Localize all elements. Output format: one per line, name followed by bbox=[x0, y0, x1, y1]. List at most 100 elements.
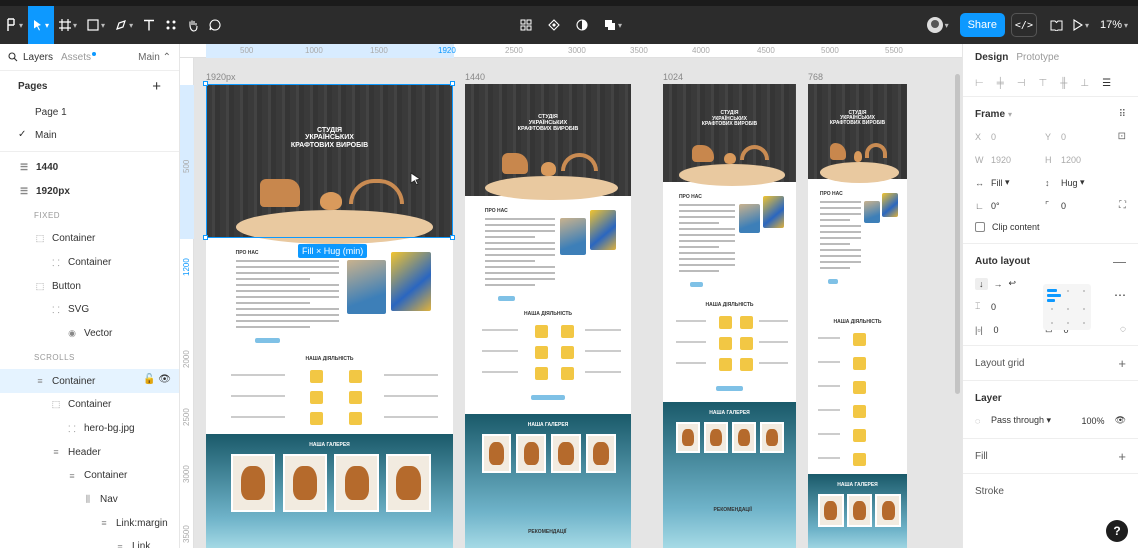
tab-layers[interactable]: Layers bbox=[23, 52, 53, 63]
resize-handle[interactable] bbox=[450, 235, 455, 240]
opacity-value[interactable]: 100% bbox=[1082, 416, 1105, 426]
resources-button[interactable] bbox=[160, 6, 182, 44]
canvas[interactable]: 500 1000 1500 1920 2500 3000 3500 4000 4500 5000 5… bbox=[180, 44, 962, 548]
x-field[interactable]: X0 bbox=[975, 132, 1045, 142]
multiplayer-button[interactable]: ▾ bbox=[922, 6, 954, 44]
horizontal-direction-icon[interactable]: → bbox=[994, 279, 1003, 289]
independent-corners-icon[interactable]: ⛶ bbox=[1119, 200, 1126, 211]
search-icon[interactable] bbox=[8, 52, 18, 62]
constraints-icon[interactable]: ⊡ bbox=[1118, 131, 1126, 142]
more-options-icon[interactable]: ⋯ bbox=[1114, 288, 1126, 302]
component-icon[interactable] bbox=[548, 19, 560, 31]
artboard-frame[interactable]: СТУДІЯ УКРАЇНСЬКИХ КРАФТОВИХ ВИРОБІВ ПРО … bbox=[663, 84, 796, 548]
tab-assets[interactable]: Assets bbox=[61, 51, 97, 63]
layer-item[interactable]: ⸬ Container bbox=[0, 251, 179, 275]
grid-layout-icon[interactable] bbox=[520, 19, 532, 31]
tab-design[interactable]: Design bbox=[975, 52, 1008, 63]
distribute-icon[interactable]: ☰ bbox=[1102, 78, 1111, 89]
library-button[interactable] bbox=[1045, 6, 1068, 44]
comment-tool-button[interactable] bbox=[204, 6, 226, 44]
add-fill-icon[interactable]: + bbox=[1118, 449, 1126, 464]
about-button[interactable] bbox=[498, 296, 515, 301]
shape-tool-button[interactable]: ▾ bbox=[82, 6, 110, 44]
main-menu-button[interactable]: ▾ bbox=[0, 6, 28, 44]
align-bottom-icon[interactable]: ⊥ bbox=[1080, 78, 1089, 89]
current-page-select[interactable]: Main ⌃ bbox=[138, 52, 171, 63]
layer-item[interactable]: ⫼ Nav bbox=[0, 488, 179, 512]
pen-tool-button[interactable]: ▾ bbox=[110, 6, 138, 44]
layer-item[interactable]: ≡ Link:margin bbox=[0, 511, 179, 535]
remove-auto-layout-icon[interactable]: — bbox=[1113, 254, 1126, 269]
move-tool-button[interactable]: ▾ bbox=[28, 6, 55, 44]
y-field[interactable]: Y0 bbox=[1045, 132, 1115, 142]
selection-box[interactable] bbox=[206, 84, 453, 238]
padding-settings-icon[interactable]: ◌ bbox=[1120, 324, 1126, 335]
layer-item[interactable]: ⬚ Container bbox=[0, 393, 179, 417]
fill-width-select[interactable]: ↔ Fill ▾ bbox=[975, 177, 1045, 188]
text-tool-button[interactable] bbox=[138, 6, 160, 44]
artboard-frame[interactable]: СТУДІЯ УКРАЇНСЬКИХ КРАФТОВИХ ВИРОБІВ ПРО … bbox=[465, 84, 631, 548]
dev-mode-button[interactable]: </> bbox=[1010, 13, 1037, 37]
layer-item[interactable]: ☰ 1440 bbox=[0, 156, 179, 180]
tab-prototype[interactable]: Prototype bbox=[1016, 52, 1059, 63]
canvas-scrollbar[interactable] bbox=[955, 74, 960, 394]
frame-label[interactable]: 1920px bbox=[206, 72, 236, 82]
frame-label[interactable]: 1024 bbox=[663, 72, 683, 82]
present-button[interactable]: ▾ bbox=[1068, 6, 1094, 44]
about-button[interactable] bbox=[827, 279, 838, 284]
padding-h-field[interactable]: |▫| 0 bbox=[975, 325, 1045, 335]
layer-item[interactable]: ⬚ Button bbox=[0, 274, 179, 298]
layer-item[interactable]: ≡ Header bbox=[0, 440, 179, 464]
alignment-grid[interactable] bbox=[1043, 284, 1091, 330]
zoom-level[interactable]: 17% ▾ bbox=[1094, 19, 1138, 31]
vertical-direction-icon[interactable]: ↓ bbox=[975, 277, 988, 290]
layer-item[interactable]: ◉ Vector bbox=[0, 322, 179, 346]
gap-value[interactable]: 0 bbox=[991, 302, 996, 312]
page-item-main[interactable]: ✓ Main bbox=[0, 124, 179, 147]
eye-icon[interactable]: 👁 bbox=[1115, 415, 1126, 426]
layer-item[interactable]: ⸬ SVG bbox=[0, 298, 179, 322]
align-top-icon[interactable]: ⊤ bbox=[1039, 78, 1048, 89]
clip-content-checkbox[interactable] bbox=[975, 222, 985, 232]
artboard-frame[interactable]: СТУДІЯ УКРАЇНСЬКИХ КРАФТОВИХ ВИРОБІВ ПРО … bbox=[808, 84, 907, 548]
lock-visibility-icon[interactable]: 🔓 👁 bbox=[143, 374, 171, 385]
mask-icon[interactable] bbox=[576, 19, 588, 31]
chevron-down-icon[interactable]: ▾ bbox=[1008, 110, 1012, 119]
resize-handle[interactable] bbox=[203, 81, 208, 86]
radius-field[interactable]: ⌜ 0 bbox=[1045, 200, 1115, 211]
align-right-icon[interactable]: ⊣ bbox=[1017, 78, 1026, 89]
layer-item[interactable]: ⬚ Container bbox=[0, 227, 179, 251]
blend-mode-select[interactable]: Pass through ▾ bbox=[991, 415, 1051, 426]
help-button[interactable]: ? bbox=[1106, 520, 1128, 542]
layer-item[interactable]: ☰ 1920px bbox=[0, 180, 179, 204]
align-left-icon[interactable]: ⊢ bbox=[975, 78, 984, 89]
rotation-field[interactable]: ∟ 0° bbox=[975, 201, 1045, 211]
boolean-icon[interactable] bbox=[604, 19, 616, 31]
layer-item[interactable]: ≡ Container bbox=[0, 464, 179, 488]
h-field[interactable]: H 1200 bbox=[1045, 155, 1115, 165]
add-layout-grid-icon[interactable]: + bbox=[1118, 356, 1126, 371]
layer-item[interactable]: ⸬ hero-bg.jpg bbox=[0, 417, 179, 441]
about-button[interactable] bbox=[689, 282, 703, 287]
layer-item[interactable]: ≡ Container 🔓 👁 bbox=[0, 369, 179, 393]
frame-label[interactable]: 1440 bbox=[465, 72, 485, 82]
frame-tool-button[interactable]: ▾ bbox=[54, 6, 82, 44]
align-center-h-icon[interactable]: ╪ bbox=[997, 78, 1004, 89]
hug-height-select[interactable]: ↕ Hug ▾ bbox=[1045, 177, 1115, 188]
hand-tool-button[interactable] bbox=[182, 6, 204, 44]
activity-button[interactable] bbox=[716, 386, 743, 391]
page-item-page-1[interactable]: Page 1 bbox=[0, 101, 179, 124]
resize-handle[interactable] bbox=[450, 81, 455, 86]
resize-handle[interactable] bbox=[203, 235, 208, 240]
add-page-icon[interactable]: + bbox=[152, 78, 161, 95]
layer-item[interactable]: ≡ Link bbox=[0, 535, 179, 548]
align-center-v-icon[interactable]: ╫ bbox=[1060, 78, 1067, 89]
wrap-direction-icon[interactable]: ↩ bbox=[1009, 278, 1017, 289]
share-button[interactable]: Share bbox=[959, 13, 1005, 37]
about-button[interactable] bbox=[255, 338, 281, 343]
frame-label[interactable]: 768 bbox=[808, 72, 823, 82]
activity-button[interactable] bbox=[531, 395, 565, 400]
w-field[interactable]: W 1920 bbox=[975, 155, 1045, 165]
clip-content-row[interactable]: Clip content bbox=[975, 217, 1126, 237]
frame-resize-icon[interactable]: ⠿ bbox=[1119, 109, 1126, 120]
